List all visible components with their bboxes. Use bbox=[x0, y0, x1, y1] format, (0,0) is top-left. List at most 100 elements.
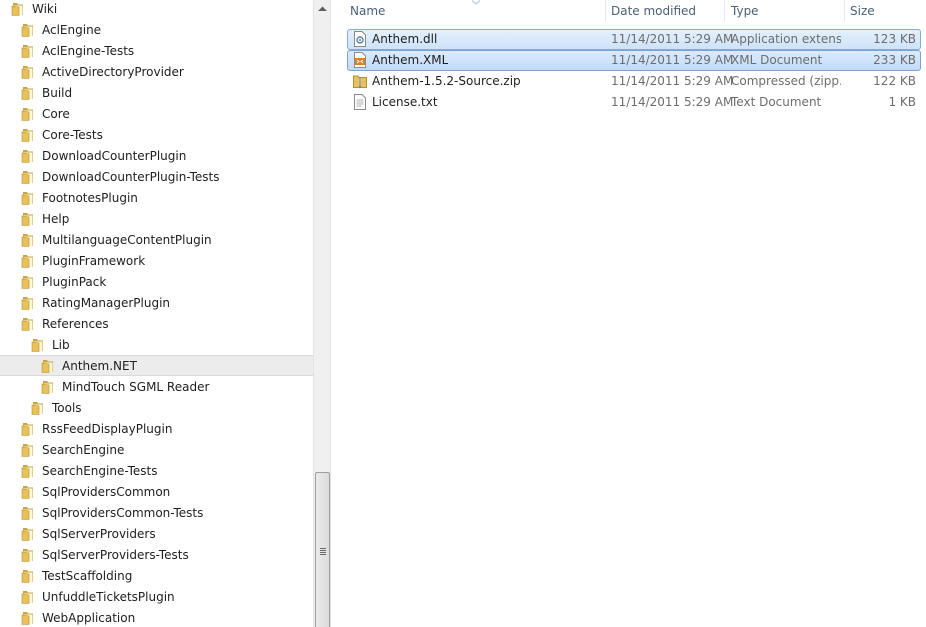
tree-item-label: SqlServerProviders-Tests bbox=[42, 547, 189, 562]
tree-item[interactable]: SqlProvidersCommon-Tests bbox=[0, 502, 313, 523]
text-file-icon bbox=[352, 94, 368, 110]
folder-icon bbox=[20, 169, 36, 185]
file-size: 123 KB bbox=[873, 32, 916, 46]
folder-icon bbox=[20, 43, 36, 59]
grip-icon bbox=[320, 548, 326, 556]
tree-item[interactable]: ActiveDirectoryProvider bbox=[0, 61, 313, 82]
file-date-modified: 11/14/2011 5:29 AM bbox=[611, 32, 734, 46]
column-type[interactable]: Type bbox=[725, 0, 845, 24]
tree-item[interactable]: SearchEngine bbox=[0, 439, 313, 460]
file-type: Text Document bbox=[731, 95, 822, 109]
tree-item[interactable]: PluginFramework bbox=[0, 250, 313, 271]
tree-item-label: Core-Tests bbox=[42, 127, 103, 142]
navigation-tree[interactable]: Wiki AclEngine AclEngine-Tests ActiveDirect… bbox=[0, 0, 313, 627]
tree-item-label: PluginPack bbox=[42, 274, 107, 289]
file-name: License.txt bbox=[372, 95, 438, 109]
folder-icon bbox=[20, 547, 36, 563]
folder-icon bbox=[20, 421, 36, 437]
column-date-modified[interactable]: Date modified bbox=[605, 0, 725, 24]
tree-item-label: TestScaffolding bbox=[42, 568, 133, 583]
tree-item[interactable]: TestScaffolding bbox=[0, 565, 313, 586]
tree-item[interactable]: AclEngine-Tests bbox=[0, 40, 313, 61]
file-name: Anthem.XML bbox=[372, 53, 449, 67]
tree-item-label: SearchEngine-Tests bbox=[42, 463, 158, 478]
tree-item[interactable]: SqlServerProviders-Tests bbox=[0, 544, 313, 565]
tree-item-label: References bbox=[42, 316, 109, 331]
tree-item-label: RssFeedDisplayPlugin bbox=[42, 421, 173, 436]
folder-icon bbox=[20, 106, 36, 122]
zip-folder-icon bbox=[352, 73, 368, 89]
file-row[interactable]: Anthem.XML 11/14/2011 5:29 AM XML Document… bbox=[347, 50, 921, 71]
tree-item-label: DownloadCounterPlugin-Tests bbox=[42, 169, 220, 184]
tree-item-label: UnfuddleTicketsPlugin bbox=[42, 589, 175, 604]
tree-item[interactable]: MindTouch SGML Reader bbox=[0, 376, 313, 397]
tree-item[interactable]: PluginPack bbox=[0, 271, 313, 292]
tree-item[interactable]: DownloadCounterPlugin-Tests bbox=[0, 166, 313, 187]
folder-icon bbox=[20, 526, 36, 542]
tree-item[interactable]: AclEngine bbox=[0, 19, 313, 40]
tree-item-label: MindTouch SGML Reader bbox=[62, 379, 210, 394]
file-type: Application extens... bbox=[731, 32, 841, 46]
column-size[interactable]: Size bbox=[844, 0, 924, 24]
folder-icon bbox=[20, 568, 36, 584]
tree-item[interactable]: DownloadCounterPlugin bbox=[0, 145, 313, 166]
folder-icon bbox=[20, 463, 36, 479]
file-row[interactable]: License.txt 11/14/2011 5:29 AM Text Docume… bbox=[347, 92, 921, 113]
tree-item-label: SearchEngine bbox=[42, 442, 125, 457]
tree-item[interactable]: UnfuddleTicketsPlugin bbox=[0, 586, 313, 607]
tree-item[interactable]: Tools bbox=[0, 397, 313, 418]
folder-icon bbox=[20, 589, 36, 605]
tree-item[interactable]: Help bbox=[0, 208, 313, 229]
tree-item-label: Anthem.NET bbox=[62, 358, 137, 373]
tree-item[interactable]: FootnotesPlugin bbox=[0, 187, 313, 208]
folder-icon bbox=[20, 127, 36, 143]
tree-item[interactable]: WebApplication bbox=[0, 607, 313, 627]
tree-item[interactable]: Build bbox=[0, 82, 313, 103]
tree-item-label: SqlProvidersCommon-Tests bbox=[42, 505, 204, 520]
tree-item[interactable]: Lib bbox=[0, 334, 313, 355]
tree-item-label: SqlProvidersCommon bbox=[42, 484, 171, 499]
tree-item-label: PluginFramework bbox=[42, 253, 146, 268]
tree-item-label: Tools bbox=[52, 400, 82, 415]
folder-icon bbox=[20, 484, 36, 500]
folder-icon bbox=[30, 337, 46, 353]
tree-item[interactable]: Core-Tests bbox=[0, 124, 313, 145]
file-date-modified: 11/14/2011 5:29 AM bbox=[611, 53, 734, 67]
folder-icon bbox=[40, 358, 56, 374]
folder-icon bbox=[40, 379, 56, 395]
tree-item[interactable]: Core bbox=[0, 103, 313, 124]
folder-icon bbox=[20, 232, 36, 248]
tree-item[interactable]: SqlServerProviders bbox=[0, 523, 313, 544]
file-size: 233 KB bbox=[873, 53, 916, 67]
tree-item[interactable]: Wiki bbox=[0, 0, 313, 19]
tree-item-label: Wiki bbox=[32, 1, 58, 16]
column-header: Name Date modified Type Size bbox=[331, 0, 926, 24]
tree-item-label: MultilanguageContentPlugin bbox=[42, 232, 212, 247]
tree-item[interactable]: MultilanguageContentPlugin bbox=[0, 229, 313, 250]
tree-item[interactable]: RatingManagerPlugin bbox=[0, 292, 313, 313]
file-row[interactable]: Anthem.dll 11/14/2011 5:29 AM Application … bbox=[347, 29, 921, 50]
file-name: Anthem.dll bbox=[372, 32, 438, 46]
tree-item-label: Build bbox=[42, 85, 73, 100]
folder-icon bbox=[20, 274, 36, 290]
folder-icon bbox=[20, 64, 36, 80]
tree-item[interactable]: RssFeedDisplayPlugin bbox=[0, 418, 313, 439]
folder-icon bbox=[20, 505, 36, 521]
folder-icon bbox=[20, 295, 36, 311]
file-row[interactable]: Anthem-1.5.2-Source.zip 11/14/2011 5:29 A… bbox=[347, 71, 921, 92]
tree-item[interactable]: SqlProvidersCommon bbox=[0, 481, 313, 502]
tree-item-label: Help bbox=[42, 211, 70, 226]
folder-icon bbox=[20, 85, 36, 101]
tree-item-label: Lib bbox=[52, 337, 70, 352]
tree-item[interactable]: Anthem.NET bbox=[0, 355, 313, 376]
file-size: 1 KB bbox=[888, 95, 916, 109]
file-name: Anthem-1.5.2-Source.zip bbox=[372, 74, 521, 88]
scrollbar-thumb[interactable] bbox=[315, 472, 330, 627]
tree-item[interactable]: SearchEngine-Tests bbox=[0, 460, 313, 481]
scroll-up-icon[interactable] bbox=[314, 0, 331, 17]
file-type: XML Document bbox=[731, 53, 823, 67]
tree-scrollbar[interactable] bbox=[313, 0, 330, 627]
tree-item-label: FootnotesPlugin bbox=[42, 190, 138, 205]
tree-item[interactable]: References bbox=[0, 313, 313, 334]
folder-icon bbox=[20, 253, 36, 269]
